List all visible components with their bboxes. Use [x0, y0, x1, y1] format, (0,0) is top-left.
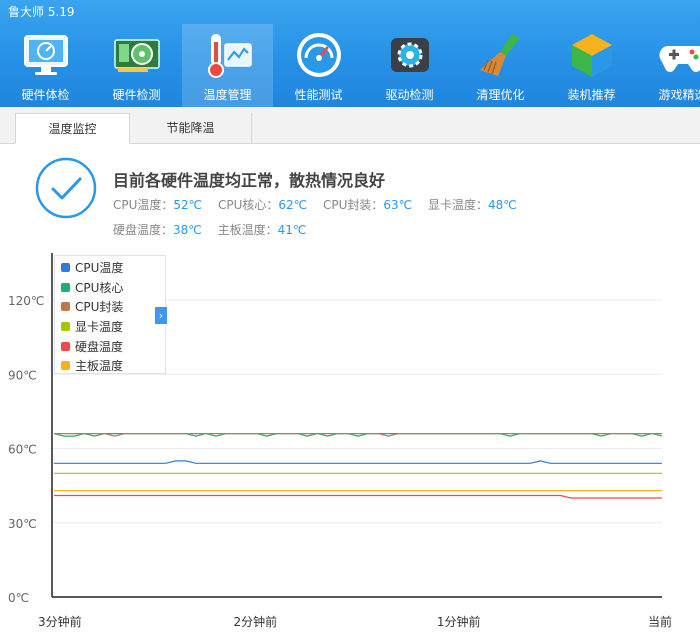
legend-swatch — [61, 282, 70, 292]
nav-item-temperature-management[interactable]: 温度管理 — [182, 24, 273, 107]
sub-tab-bar: 温度监控 节能降温 — [0, 107, 700, 144]
reading-gpu-temp: 显卡温度：48℃ — [427, 198, 517, 212]
broom-icon — [479, 34, 520, 76]
series-line — [54, 494, 662, 499]
nav-item-hardware-detect[interactable]: 硬件检测 — [91, 24, 182, 107]
monitor-icon — [23, 35, 68, 75]
y-tick-label: 30℃ — [8, 517, 37, 531]
legend-swatch — [61, 263, 70, 273]
reading-motherboard-temp: 主板温度：41℃ — [217, 223, 307, 237]
x-tick-label: 2分钟前 — [234, 614, 278, 629]
x-tick-label: 1分钟前 — [437, 614, 481, 629]
app-title: 鲁大师 5.19 — [8, 5, 75, 19]
legend-item-gpu-temp[interactable]: 显卡温度 — [55, 317, 165, 337]
status-message: 目前各硬件温度均正常，散热情况良好 — [113, 171, 386, 190]
nav-label: 硬件检测 — [112, 88, 161, 102]
main-nav: 硬件体检 硬件检测 温度管理 性能测试 驱动检测 清理优化 装机推荐 游戏精 — [0, 24, 700, 107]
chart-legend: CPU温度 CPU核心 CPU封装 显卡温度 硬盘温度 主板温度 — [54, 255, 166, 374]
legend-item-disk-temp[interactable]: 硬盘温度 — [55, 336, 165, 356]
nav-item-driver-detect[interactable]: 驱动检测 — [364, 24, 455, 107]
check-circle-icon — [35, 157, 97, 219]
tab-temperature-monitor[interactable]: 温度监控 — [15, 113, 130, 144]
tab-energy-saving-cooling[interactable]: 节能降温 — [130, 113, 252, 144]
thermometer-icon — [207, 34, 252, 78]
series-line — [54, 460, 662, 464]
nav-label: 游戏精选 — [658, 88, 700, 102]
reading-disk-temp: 硬盘温度：38℃ — [113, 223, 202, 237]
nav-item-performance-test[interactable]: 性能测试 — [273, 24, 364, 107]
y-tick-label: 0℃ — [8, 591, 29, 605]
cube-icon — [571, 34, 612, 77]
driver-gear-icon — [390, 38, 429, 72]
reading-cpu-core: CPU核心：62℃ — [217, 198, 308, 212]
x-tick-label: 当前 — [648, 614, 672, 629]
gamepad-icon — [658, 46, 700, 72]
legend-swatch — [61, 322, 70, 332]
nav-item-cleanup-optimize[interactable]: 清理优化 — [455, 24, 546, 107]
reading-cpu-temp: CPU温度：52℃ — [113, 198, 203, 212]
nav-item-game-selection[interactable]: 游戏精选 — [637, 24, 700, 107]
y-tick-label: 60℃ — [8, 443, 37, 457]
legend-item-motherboard-temp[interactable]: 主板温度 — [55, 356, 165, 376]
y-tick-label: 120℃ — [8, 294, 44, 308]
y-tick-label: 90℃ — [8, 368, 37, 382]
x-tick-label: 3分钟前 — [38, 614, 82, 629]
nav-label: 清理优化 — [476, 88, 525, 102]
reading-cpu-package: CPU封装：63℃ — [322, 198, 413, 212]
legend-collapse-button[interactable]: › — [155, 307, 167, 324]
top-bar: 鲁大师 5.19 硬件体检 硬件检测 温度管理 性能测试 驱动检测 清理优化 装… — [0, 0, 700, 107]
nav-label: 温度管理 — [203, 88, 252, 102]
nav-label: 装机推荐 — [567, 88, 616, 102]
speedometer-icon — [296, 33, 341, 77]
legend-item-cpu-core[interactable]: CPU核心 — [55, 278, 165, 298]
legend-item-cpu-package[interactable]: CPU封装 — [55, 297, 165, 317]
readings-row-2: 硬盘温度：38℃ 主板温度：41℃ — [113, 221, 318, 238]
nav-label: 驱动检测 — [385, 88, 434, 102]
graphics-card-icon — [113, 39, 160, 72]
legend-swatch — [61, 361, 70, 371]
legend-swatch — [61, 302, 70, 312]
legend-item-cpu-temp[interactable]: CPU温度 — [55, 258, 165, 278]
temperature-chart: 0℃ 30℃ 60℃ 90℃ 120℃ 3分钟前 2分钟前 1分钟前 当前 CPU温度 CPU核… — [0, 245, 700, 640]
nav-label: 性能测试 — [294, 88, 343, 102]
nav-label: 硬件体检 — [21, 88, 70, 102]
legend-swatch — [61, 341, 70, 351]
readings-row-1: CPU温度：52℃ CPU核心：62℃ CPU封装：63℃ 显卡温度：48℃ — [113, 196, 529, 213]
nav-item-build-recommend[interactable]: 装机推荐 — [546, 24, 637, 107]
nav-item-hardware-checkup[interactable]: 硬件体检 — [0, 24, 91, 107]
